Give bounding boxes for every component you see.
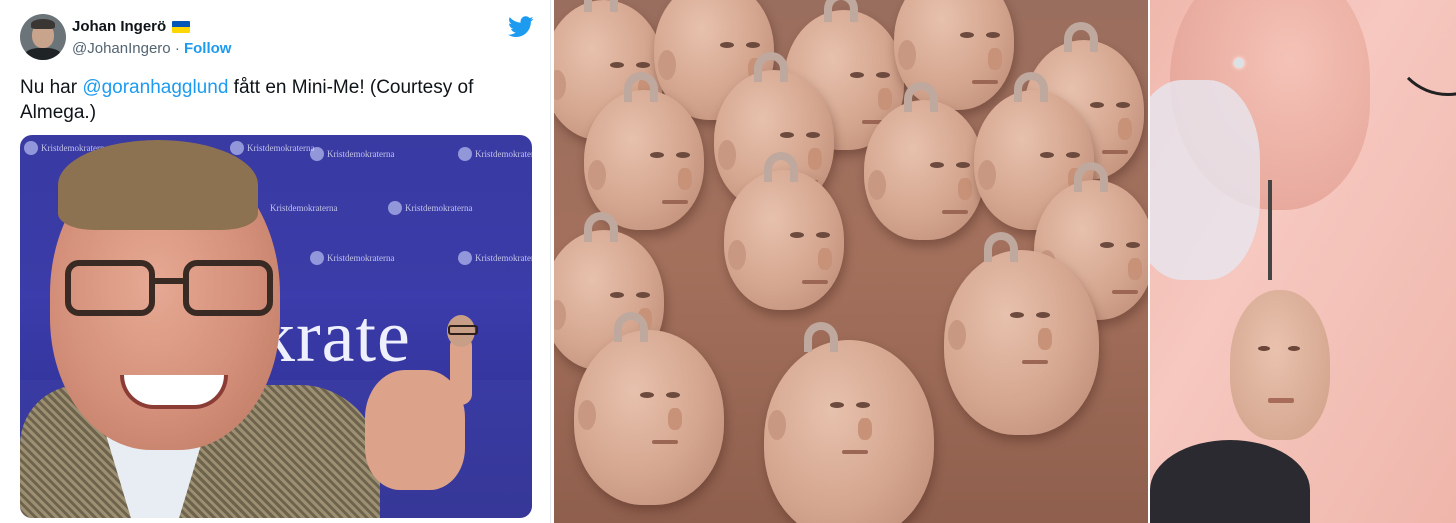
printed-head (864, 82, 984, 240)
banner-logo: Kristdemokraterna (458, 251, 532, 265)
glasses (65, 260, 275, 320)
glasses-arm (1390, 0, 1456, 96)
tweet-text-before: Nu har (20, 77, 83, 98)
ear-stud (1234, 58, 1244, 68)
tweet-text: Nu har @goranhagglund fått en Mini-Me! (… (20, 75, 520, 125)
tweet-photo[interactable]: Kristdemokraterna Kristdemokraterna Kris… (20, 135, 532, 518)
ukraine-flag-icon (172, 20, 191, 33)
avatar-hair (31, 19, 55, 29)
heads-photo (554, 0, 1148, 523)
printed-head (764, 322, 934, 523)
earring-photo (1150, 0, 1456, 523)
avatar-shirt (24, 48, 62, 60)
printed-head (724, 152, 844, 310)
display-name[interactable]: Johan Ingerö (72, 18, 166, 35)
banner-logo: Kristdemokraterna (310, 147, 394, 161)
person-hair (58, 140, 258, 230)
printed-head (584, 72, 704, 230)
mini-me-glasses (448, 325, 478, 335)
banner-logo: Kristdemokraterna (270, 203, 338, 213)
tweet-card: Johan Ingerö @JohanIngero · Follow Nu ha… (0, 0, 551, 523)
smile (120, 375, 228, 409)
banner-logo: Kristdemokraterna (458, 147, 532, 161)
name-row: Johan Ingerö (72, 18, 191, 35)
handle-separator: · (174, 40, 180, 57)
follow-button[interactable]: Follow (184, 40, 232, 57)
mini-head-earring (1230, 290, 1330, 440)
banner-logo: Kristdemokraterna (310, 251, 394, 265)
printed-head (944, 232, 1099, 435)
handle-row: @JohanIngero · Follow (72, 40, 231, 57)
hair (1150, 80, 1260, 280)
clothing (1150, 440, 1310, 523)
printed-head (574, 312, 724, 505)
banner-logo: Kristdemokraterna (230, 141, 314, 155)
banner-logo: Kristdemokraterna (388, 201, 472, 215)
twitter-bird-icon[interactable] (508, 16, 534, 38)
mention-link[interactable]: @goranhagglund (82, 77, 228, 98)
user-handle[interactable]: @JohanIngero (72, 40, 171, 57)
avatar[interactable] (20, 14, 66, 60)
earring-hook (1268, 180, 1272, 280)
